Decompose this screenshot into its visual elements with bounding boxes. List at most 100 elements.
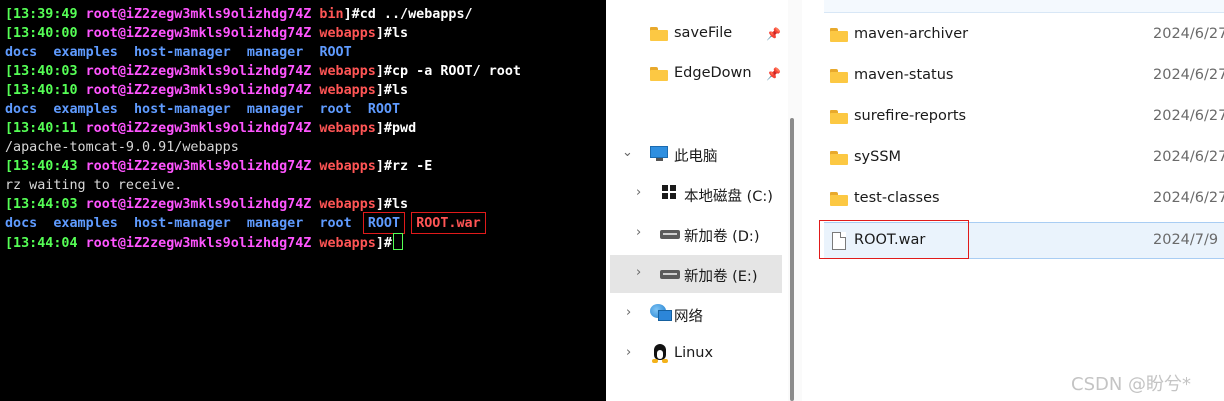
highlight-box bbox=[411, 212, 486, 234]
prompt-dir: webapps bbox=[319, 26, 376, 41]
ls-entry: host-manager bbox=[134, 216, 231, 231]
linux-tux-icon bbox=[652, 344, 668, 363]
prompt-user: root@iZ2zegw3mkls9olizhdg74Z bbox=[85, 7, 312, 22]
terminal-prompt-line: [13:40:03 root@iZ2zegw3mkls9olizhdg74Z w… bbox=[5, 62, 521, 81]
prompt-time: [13:40:43 bbox=[5, 159, 78, 174]
previous-row-edge bbox=[824, 0, 1224, 13]
folder-icon bbox=[650, 67, 668, 81]
terminal-output-line: rz waiting to receive. bbox=[5, 176, 182, 195]
pin-icon[interactable]: 📌 bbox=[766, 67, 781, 81]
prompt-command: ]#ls bbox=[375, 197, 409, 212]
nav-item-savefile[interactable]: saveFile 📌 bbox=[610, 15, 782, 53]
terminal-prompt-line: [13:39:49 root@iZ2zegw3mkls9olizhdg74Z b… bbox=[5, 5, 473, 24]
nav-item-edgedown[interactable]: EdgeDown 📌 bbox=[610, 55, 782, 93]
file-date: 2024/6/27 bbox=[1153, 26, 1224, 42]
folder-row[interactable]: test-classes 2024/6/27 bbox=[824, 181, 1224, 218]
prompt-time: [13:44:03 bbox=[5, 197, 78, 212]
terminal-prompt-line: [13:40:11 root@iZ2zegw3mkls9olizhdg74Z w… bbox=[5, 119, 416, 138]
terminal-prompt-line: [13:40:00 root@iZ2zegw3mkls9olizhdg74Z w… bbox=[5, 24, 408, 43]
folder-icon bbox=[830, 28, 848, 42]
scrollbar-thumb[interactable] bbox=[790, 118, 794, 401]
file-name: test-classes bbox=[854, 190, 940, 206]
nav-item-linux[interactable]: › Linux bbox=[610, 335, 782, 373]
nav-item-label: 此电脑 bbox=[674, 149, 718, 165]
folder-icon bbox=[650, 27, 668, 41]
folder-row[interactable]: maven-archiver 2024/6/27 bbox=[824, 17, 1224, 54]
prompt-time: [13:44:04 bbox=[5, 236, 78, 251]
file-date: 2024/6/27 bbox=[1153, 149, 1224, 165]
nav-scrollbar[interactable] bbox=[788, 0, 802, 401]
prompt-command: ]# bbox=[375, 236, 392, 251]
ls-entry: examples bbox=[53, 216, 118, 231]
ls-entry: manager bbox=[246, 45, 304, 60]
nav-item-network[interactable]: › 网络 bbox=[610, 295, 782, 333]
folder-row[interactable]: maven-status 2024/6/27 bbox=[824, 58, 1224, 95]
ls-entry: docs bbox=[5, 216, 38, 231]
prompt-command: ]#pwd bbox=[375, 121, 417, 136]
terminal-output-line: /apache-tomcat-9.0.91/webapps bbox=[5, 138, 239, 157]
folder-icon bbox=[830, 151, 848, 165]
prompt-dir: webapps bbox=[319, 83, 376, 98]
prompt-time: [13:40:11 bbox=[5, 121, 78, 136]
chevron-right-icon[interactable]: › bbox=[626, 346, 636, 360]
terminal-prompt-line: [13:40:10 root@iZ2zegw3mkls9olizhdg74Z w… bbox=[5, 81, 408, 100]
nav-item-label: saveFile bbox=[674, 25, 733, 41]
nav-item-label: 网络 bbox=[674, 309, 703, 325]
drive-icon bbox=[660, 230, 680, 239]
navigation-pane: saveFile 📌 EdgeDown 📌 ⌄ 此电脑 › 本地磁盘 (C:) … bbox=[606, 0, 802, 401]
ls-entry: docs bbox=[5, 45, 38, 60]
ls-entry: examples bbox=[53, 102, 118, 117]
nav-item-this-pc[interactable]: ⌄ 此电脑 bbox=[610, 135, 782, 173]
prompt-command: ]#ls bbox=[375, 83, 409, 98]
folder-icon bbox=[830, 192, 848, 206]
chevron-right-icon[interactable]: › bbox=[636, 266, 646, 280]
windows-drive-icon bbox=[662, 185, 676, 199]
chevron-down-icon[interactable]: ⌄ bbox=[622, 146, 633, 160]
nav-item-drive-d[interactable]: › 新加卷 (D:) bbox=[610, 215, 782, 253]
terminal-window[interactable]: [13:39:49 root@iZ2zegw3mkls9olizhdg74Z b… bbox=[0, 0, 606, 401]
ls-entry: host-manager bbox=[134, 45, 231, 60]
nav-item-drive-e[interactable]: › 新加卷 (E:) bbox=[610, 255, 782, 293]
file-date: 2024/6/27 bbox=[1153, 108, 1224, 124]
terminal-cursor bbox=[392, 233, 403, 250]
file-date: 2024/6/27 bbox=[1153, 190, 1224, 206]
file-name: sySSM bbox=[854, 149, 902, 165]
terminal-ls-output: docs examples host-manager manager root … bbox=[5, 100, 400, 119]
prompt-time: [13:40:03 bbox=[5, 64, 78, 79]
terminal-prompt-line: [13:40:43 root@iZ2zegw3mkls9olizhdg74Z w… bbox=[5, 157, 432, 176]
folder-row[interactable]: surefire-reports 2024/6/27 bbox=[824, 99, 1224, 136]
prompt-user: root@iZ2zegw3mkls9olizhdg74Z bbox=[85, 64, 312, 79]
folder-icon bbox=[830, 110, 848, 124]
ls-entry: examples bbox=[53, 45, 118, 60]
nav-item-label: 本地磁盘 (C:) bbox=[684, 189, 773, 205]
prompt-dir: webapps bbox=[319, 159, 376, 174]
ls-entry: root bbox=[319, 102, 352, 117]
prompt-dir: webapps bbox=[319, 197, 376, 212]
chevron-right-icon[interactable]: › bbox=[636, 226, 646, 240]
ls-entry: manager bbox=[246, 216, 304, 231]
nav-item-label: Linux bbox=[674, 345, 714, 361]
prompt-command: ]#rz -E bbox=[375, 159, 433, 174]
terminal-output-text: rz waiting to receive. bbox=[5, 178, 183, 193]
highlight-box bbox=[362, 212, 406, 234]
ls-entry: docs bbox=[5, 102, 38, 117]
watermark: CSDN @盼兮* bbox=[1071, 374, 1192, 395]
pin-icon[interactable]: 📌 bbox=[766, 27, 781, 41]
chevron-right-icon[interactable]: › bbox=[626, 306, 636, 320]
drive-icon bbox=[660, 270, 680, 279]
prompt-command: ]#ls bbox=[375, 26, 409, 41]
file-list: maven-archiver 2024/6/27 maven-status 2024/… bbox=[802, 0, 1224, 401]
nav-item-drive-c[interactable]: › 本地磁盘 (C:) bbox=[610, 175, 782, 213]
terminal-prompt-line: [13:44:04 root@iZ2zegw3mkls9olizhdg74Z w… bbox=[5, 233, 403, 252]
prompt-time: [13:40:10 bbox=[5, 83, 78, 98]
folder-row[interactable]: sySSM 2024/6/27 bbox=[824, 140, 1224, 177]
nav-item-label: 新加卷 (D:) bbox=[684, 229, 760, 245]
file-name: maven-status bbox=[854, 67, 954, 83]
chevron-right-icon[interactable]: › bbox=[636, 186, 646, 200]
prompt-user: root@iZ2zegw3mkls9olizhdg74Z bbox=[85, 26, 312, 41]
file-name: surefire-reports bbox=[854, 108, 967, 124]
prompt-dir: webapps bbox=[319, 64, 376, 79]
ls-entry: ROOT bbox=[319, 45, 352, 60]
nav-item-label: EdgeDown bbox=[674, 65, 752, 81]
ls-entry: ROOT bbox=[367, 102, 401, 117]
